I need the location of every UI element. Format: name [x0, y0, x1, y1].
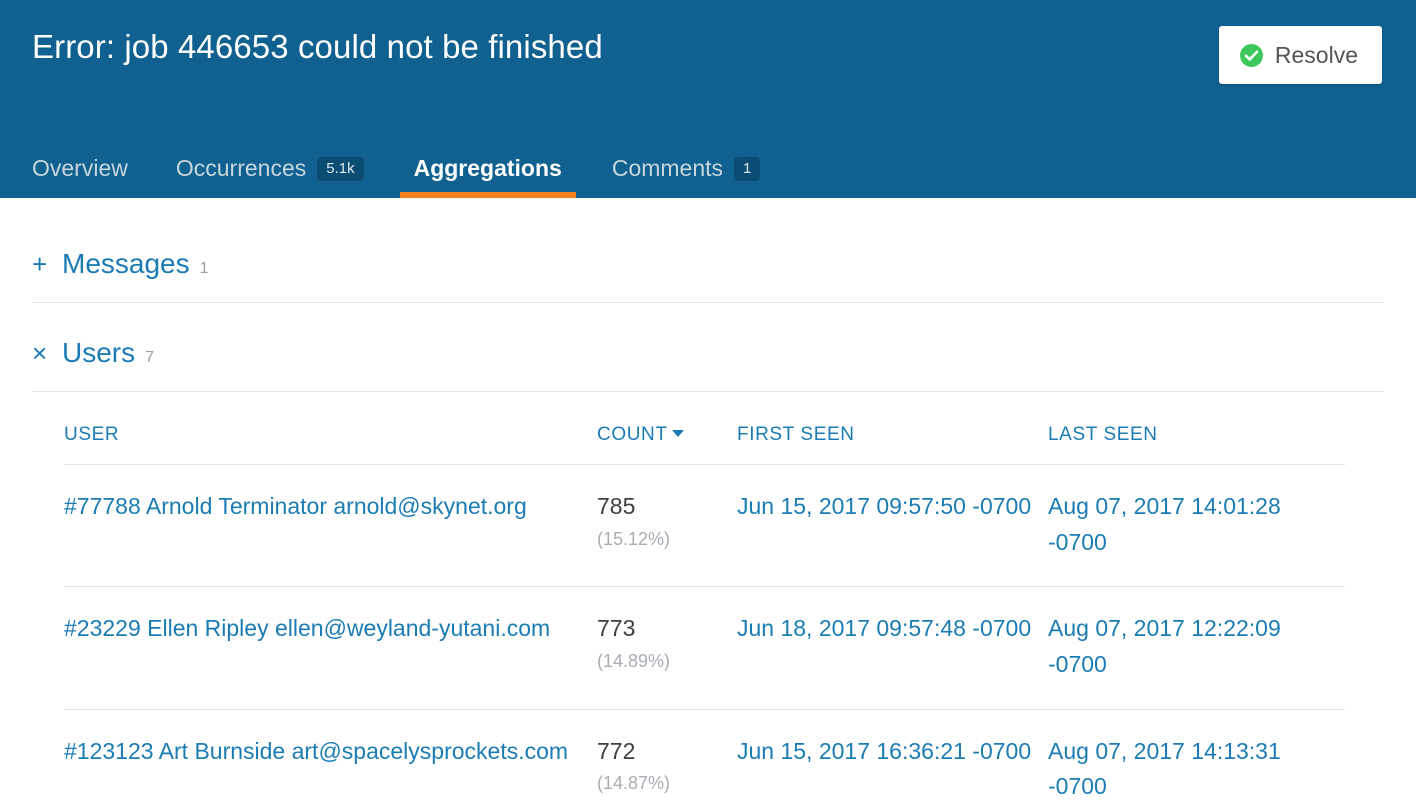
column-header-count-label: COUNT [597, 424, 668, 445]
cell-first-seen: Jun 15, 2017 09:57:50 -0700 [737, 464, 1048, 588]
user-link[interactable]: #23229 Ellen Ripley ellen@weyland-yutani… [64, 615, 550, 641]
count-percent: (14.87%) [597, 773, 671, 794]
cell-user: #23229 Ellen Ripley ellen@weyland-yutani… [64, 586, 597, 710]
column-header-count[interactable]: COUNT [597, 392, 737, 465]
tab-overview-label: Overview [32, 155, 128, 181]
first-seen-link[interactable]: Jun 15, 2017 16:36:21 -0700 [737, 738, 1031, 764]
column-header-first-seen[interactable]: FIRST SEEN [737, 392, 1048, 465]
table-row: #23229 Ellen Ripley ellen@weyland-yutani… [64, 586, 1345, 710]
messages-section-count: 1 [199, 260, 209, 277]
column-header-user-label: USER [64, 424, 120, 445]
count-value: 785 [597, 493, 636, 519]
messages-section-title: Messages [62, 248, 190, 279]
cell-first-seen: Jun 18, 2017 09:57:48 -0700 [737, 586, 1048, 710]
tab-comments-badge: 1 [734, 156, 761, 181]
messages-section-toggle[interactable]: + Messages 1 [32, 198, 1384, 302]
first-seen-link[interactable]: Jun 15, 2017 09:57:50 -0700 [737, 493, 1031, 519]
aggregation-section-messages: + Messages 1 [32, 198, 1384, 303]
column-header-last-seen[interactable]: LAST SEEN [1048, 392, 1345, 465]
column-header-last-seen-label: LAST SEEN [1048, 424, 1158, 445]
cell-count: 772 (14.87%) [597, 709, 737, 800]
users-table-container: USER COUNT FIRST SEEN LAST SEEN #77788 A… [32, 392, 1384, 800]
tab-occurrences-label: Occurrences [175, 155, 307, 181]
aggregation-section-users: × Users 7 [32, 303, 1384, 392]
resolve-button[interactable]: Resolve [1218, 26, 1382, 84]
tab-aggregations[interactable]: Aggregations [399, 155, 588, 198]
cell-last-seen: Aug 07, 2017 14:01:28 -0700 [1048, 464, 1345, 588]
resolve-button-label: Resolve [1274, 41, 1358, 68]
page-header: Error: job 446653 could not be finished … [0, 0, 1416, 198]
count-percent: (14.89%) [597, 650, 671, 671]
users-table-body: #77788 Arnold Terminator arnold@skynet.o… [64, 464, 1345, 800]
user-link[interactable]: #123123 Art Burnside art@spacelysprocket… [64, 738, 568, 764]
users-section-title: Users [62, 337, 136, 368]
tab-comments[interactable]: Comments 1 [612, 155, 787, 198]
tab-bar: Overview Occurrences 5.1k Aggregations C… [32, 155, 810, 198]
tab-comments-label: Comments [611, 155, 724, 181]
tab-aggregations-label: Aggregations [413, 155, 562, 181]
cell-count: 785 (15.12%) [597, 464, 737, 588]
column-header-first-seen-label: FIRST SEEN [737, 424, 855, 445]
caret-down-icon [671, 430, 684, 438]
users-table: USER COUNT FIRST SEEN LAST SEEN #77788 A… [64, 392, 1345, 800]
users-table-head: USER COUNT FIRST SEEN LAST SEEN [64, 392, 1345, 465]
cell-first-seen: Jun 15, 2017 16:36:21 -0700 [737, 709, 1048, 800]
table-header-row: USER COUNT FIRST SEEN LAST SEEN [64, 392, 1345, 465]
last-seen-link[interactable]: Aug 07, 2017 12:22:09 -0700 [1048, 615, 1281, 677]
last-seen-link[interactable]: Aug 07, 2017 14:01:28 -0700 [1048, 493, 1281, 555]
main-content: + Messages 1 × Users 7 USER COUNT FIRST … [0, 198, 1416, 800]
page-title: Error: job 446653 could not be finished [32, 28, 603, 65]
tab-occurrences[interactable]: Occurrences 5.1k [176, 155, 390, 198]
first-seen-link[interactable]: Jun 18, 2017 09:57:48 -0700 [737, 615, 1031, 641]
cell-user: #77788 Arnold Terminator arnold@skynet.o… [64, 464, 597, 588]
user-link[interactable]: #77788 Arnold Terminator arnold@skynet.o… [64, 493, 527, 519]
last-seen-link[interactable]: Aug 07, 2017 14:13:31 -0700 [1048, 738, 1281, 800]
tab-overview[interactable]: Overview [32, 155, 154, 198]
collapse-close-icon: × [32, 338, 48, 368]
expand-plus-icon: + [32, 249, 48, 279]
header-top-row: Error: job 446653 could not be finished … [32, 0, 1384, 84]
cell-count: 773 (14.89%) [597, 586, 737, 710]
table-row: #123123 Art Burnside art@spacelysprocket… [64, 709, 1345, 800]
count-value: 773 [597, 615, 636, 642]
cell-user: #123123 Art Burnside art@spacelysprocket… [64, 709, 597, 800]
column-header-user[interactable]: USER [64, 392, 597, 465]
count-value: 772 [597, 737, 636, 764]
table-row: #77788 Arnold Terminator arnold@skynet.o… [64, 464, 1345, 588]
tab-occurrences-badge: 5.1k [317, 156, 364, 181]
cell-last-seen: Aug 07, 2017 14:13:31 -0700 [1048, 709, 1345, 800]
users-section-count: 7 [145, 349, 155, 366]
check-circle-icon [1239, 43, 1264, 68]
count-percent: (15.12%) [597, 528, 671, 549]
cell-last-seen: Aug 07, 2017 12:22:09 -0700 [1048, 586, 1345, 710]
users-section-toggle[interactable]: × Users 7 [32, 303, 1384, 391]
